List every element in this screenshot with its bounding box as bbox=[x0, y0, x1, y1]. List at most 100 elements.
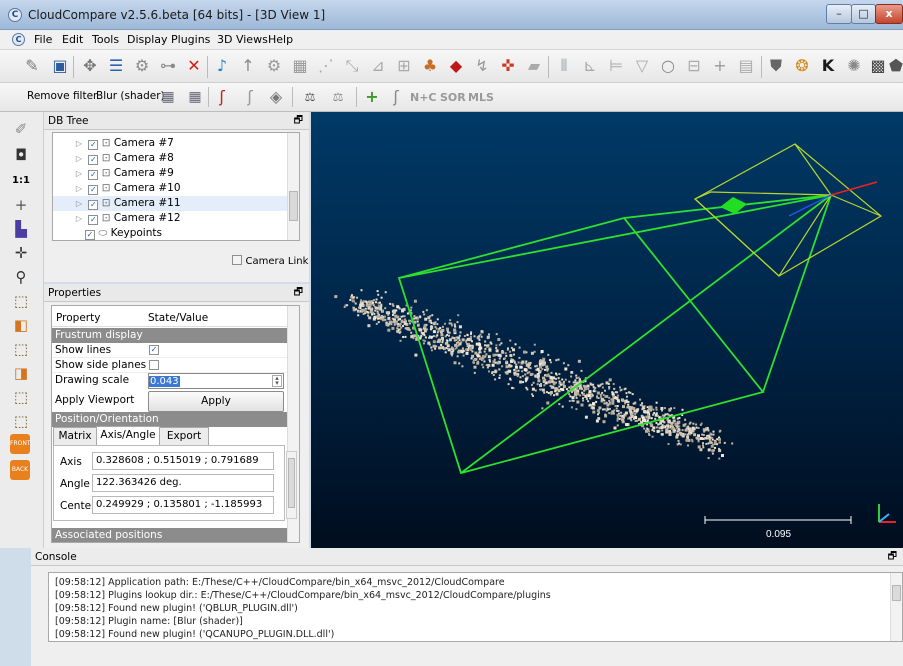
compute-distance-icon[interactable]: ⊿ bbox=[368, 56, 388, 76]
hough-icon[interactable]: ʃ bbox=[386, 87, 406, 107]
properties-list-icon[interactable]: ☰ bbox=[106, 56, 126, 76]
canupo-classify-icon[interactable]: ⚖ bbox=[328, 87, 348, 107]
align-icon[interactable]: ✜ bbox=[498, 56, 518, 76]
perspective-icon[interactable]: ▙ bbox=[10, 218, 32, 240]
tree-scrollbar[interactable] bbox=[287, 133, 299, 240]
tab-matrix[interactable]: Matrix bbox=[53, 427, 97, 445]
drawing-scale-spinbox[interactable]: 0.043 ▴ ▾ bbox=[148, 373, 284, 389]
translate-rotate-icon[interactable]: ◆ bbox=[446, 56, 466, 76]
plane-icon[interactable]: ▰ bbox=[524, 56, 544, 76]
visibility-checkbox[interactable]: ✓ bbox=[88, 215, 99, 225]
subsample-icon[interactable]: ⊶ bbox=[158, 56, 178, 76]
menu-edit[interactable]: Edit bbox=[62, 33, 83, 46]
registration-icon[interactable]: ⤡ bbox=[342, 56, 362, 76]
top-view-icon[interactable]: ⬚ bbox=[10, 290, 32, 312]
shield-icon[interactable]: ⛊ bbox=[766, 56, 786, 76]
menu-plugins[interactable]: Plugins bbox=[171, 33, 210, 46]
add-sf-icon[interactable]: + bbox=[710, 56, 730, 76]
canupo-train-icon[interactable]: ⚖ bbox=[300, 87, 320, 107]
menu-3d-views[interactable]: 3D Views bbox=[217, 33, 268, 46]
tree-item-camera-8[interactable]: ▷ ✓ ⊡ Camera #8 bbox=[53, 151, 289, 166]
tree-item-camera-7[interactable]: ▷ ✓ ⊡ Camera #7 bbox=[53, 136, 289, 151]
console-log[interactable]: [09:58:12] Application path: E:/These/C+… bbox=[48, 572, 903, 642]
back-view-button[interactable]: BACK bbox=[10, 460, 30, 480]
filter-icon[interactable]: ▽ bbox=[632, 56, 652, 76]
color-scale-icon[interactable]: ♪ bbox=[212, 56, 232, 76]
poisson-icon[interactable]: ◈ bbox=[266, 87, 286, 107]
tree-item-camera-12[interactable]: ▷ ✓ ⊡ Camera #12 bbox=[53, 211, 289, 226]
octree-icon[interactable]: ⚙ bbox=[264, 56, 284, 76]
expand-arrow-icon[interactable]: ▷ bbox=[73, 211, 85, 226]
clone-icon[interactable]: ✥ bbox=[80, 56, 100, 76]
tab-export[interactable]: Export bbox=[159, 427, 209, 445]
s-icon[interactable]: ʃ bbox=[212, 87, 232, 107]
scrollbar-thumb[interactable] bbox=[892, 585, 901, 601]
segment-icon[interactable]: ♣ bbox=[420, 56, 440, 76]
angle-field[interactable]: 122.363426 deg. bbox=[92, 474, 274, 492]
tree-item-camera-11[interactable]: ▷ ✓ ⊡ Camera #11 bbox=[53, 196, 289, 211]
scrollbar-thumb[interactable] bbox=[288, 458, 295, 508]
save-icon[interactable]: ▣ bbox=[50, 56, 70, 76]
camera-link-checkbox[interactable] bbox=[232, 255, 242, 265]
expand-arrow-icon[interactable]: ▷ bbox=[73, 166, 85, 181]
sample-mesh-icon[interactable]: ⋰ bbox=[316, 56, 336, 76]
sor-button[interactable]: SOR bbox=[440, 91, 466, 104]
left-view-icon[interactable]: ⬚ bbox=[10, 338, 32, 360]
tree-item-keypoints[interactable]: ✓ ⬭ Keypoints bbox=[53, 226, 289, 241]
expand-arrow-icon[interactable]: ▷ bbox=[73, 151, 85, 166]
menu-file[interactable]: File bbox=[34, 33, 52, 46]
visibility-checkbox[interactable]: ✓ bbox=[88, 200, 99, 210]
zoom-1to1-button[interactable]: 1:1 bbox=[10, 170, 32, 192]
open-icon[interactable]: ✎ bbox=[22, 56, 42, 76]
pentagon-icon[interactable]: ⬟ bbox=[886, 56, 903, 76]
close-button[interactable]: x bbox=[875, 4, 903, 24]
statistics-icon[interactable]: ⊾ bbox=[580, 56, 600, 76]
bubble-icon[interactable]: ❂ bbox=[792, 56, 812, 76]
merge-icon[interactable]: ⚙ bbox=[132, 56, 152, 76]
iso-view-icon[interactable]: ⬚ bbox=[10, 386, 32, 408]
blur-shader-button[interactable]: Blur (shader) bbox=[96, 90, 165, 102]
pivot-icon[interactable]: ✛ bbox=[10, 242, 32, 264]
apply-button[interactable]: Apply bbox=[148, 391, 284, 412]
expand-arrow-icon[interactable]: ▷ bbox=[73, 136, 85, 151]
expand-arrow-icon[interactable]: ▷ bbox=[73, 196, 85, 211]
k-plugin-icon[interactable]: K bbox=[818, 56, 838, 76]
tab-axis-angle[interactable]: Axis/Angle bbox=[96, 426, 160, 445]
histogram-icon[interactable]: ⫴ bbox=[554, 56, 574, 76]
db-tree[interactable]: ▷ ✓ ⊡ Camera #7 ▷ ✓ ⊡ Camera #8 ▷ ✓ ⊡ Ca… bbox=[52, 132, 300, 241]
spin-arrows-icon[interactable]: ▴ ▾ bbox=[272, 375, 282, 387]
sf-list-icon[interactable]: ⊟ bbox=[684, 56, 704, 76]
float-panel-icon[interactable]: 🗗 bbox=[294, 112, 303, 130]
show-lines-checkbox[interactable]: ✓ bbox=[149, 345, 159, 355]
maximize-button[interactable]: □ bbox=[851, 4, 876, 24]
tree-item-camera-9[interactable]: ▷ ✓ ⊡ Camera #9 bbox=[53, 166, 289, 181]
tab-pane-scrollbar[interactable] bbox=[286, 451, 297, 519]
visibility-checkbox[interactable]: ✓ bbox=[85, 230, 95, 240]
camera-link-checkbox-row[interactable]: Camera Link bbox=[232, 254, 308, 267]
zoom-icon[interactable]: ⚲ bbox=[10, 266, 32, 288]
mesh-icon[interactable]: ▦ bbox=[290, 56, 310, 76]
cloud-cloud-dist-icon[interactable]: ⊞ bbox=[394, 56, 414, 76]
merge-plugin-icon[interactable]: ✺ bbox=[844, 56, 864, 76]
pencil-icon[interactable]: ✐ bbox=[10, 118, 32, 140]
3d-view[interactable]: 0.095 bbox=[311, 112, 903, 548]
front-view-cube-icon[interactable]: ◧ bbox=[10, 314, 32, 336]
visibility-checkbox[interactable]: ✓ bbox=[88, 185, 99, 195]
float-panel-icon[interactable]: 🗗 bbox=[888, 548, 897, 566]
tree-item-camera-10[interactable]: ▷ ✓ ⊡ Camera #10 bbox=[53, 181, 289, 196]
menu-tools[interactable]: Tools bbox=[92, 33, 119, 46]
crosshair-icon[interactable]: + bbox=[10, 194, 32, 216]
menu-display[interactable]: Display bbox=[127, 33, 168, 46]
camera-icon[interactable]: ◘ bbox=[10, 144, 32, 166]
mdi-app-icon[interactable]: C bbox=[12, 33, 25, 46]
sphere-icon[interactable]: ○ bbox=[658, 56, 678, 76]
visibility-checkbox[interactable]: ✓ bbox=[88, 155, 99, 165]
float-panel-icon[interactable]: 🗗 bbox=[294, 284, 303, 302]
scrollbar-thumb[interactable] bbox=[289, 191, 298, 221]
minimize-button[interactable]: – bbox=[826, 4, 852, 24]
remove-sf-icon[interactable]: ▤ bbox=[736, 56, 756, 76]
point-picking-icon[interactable]: ↯ bbox=[472, 56, 492, 76]
right-view-cube-icon[interactable]: ◨ bbox=[10, 362, 32, 384]
expand-arrow-icon[interactable]: ▷ bbox=[73, 181, 85, 196]
edl-icon[interactable]: ▦ bbox=[185, 87, 205, 107]
